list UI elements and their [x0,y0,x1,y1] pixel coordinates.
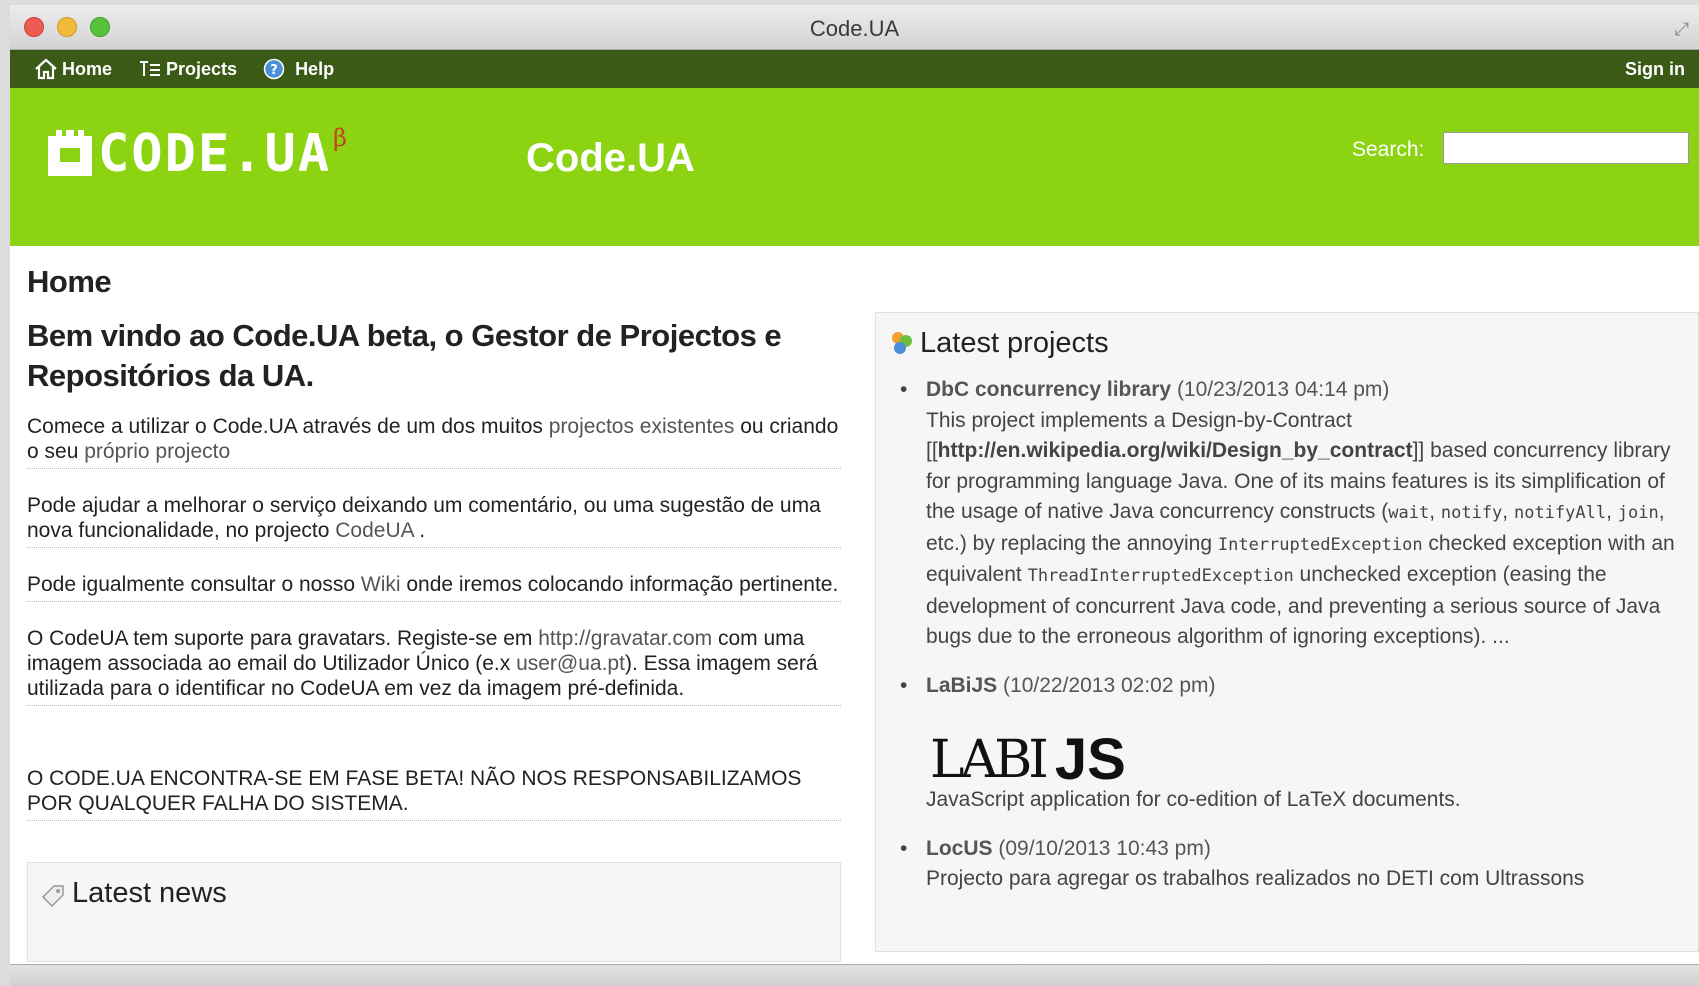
latest-news-title: Latest news [72,877,227,909]
wiki-paragraph: Pode igualmente consultar o nosso Wiki o… [27,572,841,602]
top-navigation: Home Projects ? Help Sign in [10,50,1699,88]
search-input[interactable] [1443,132,1689,164]
nav-home[interactable]: Home [34,58,112,80]
logo-text: CODE.UA [98,124,332,184]
labijs-logo-js: JS [1054,726,1126,792]
nav-help-label: Help [295,58,335,79]
projects-icon [140,61,161,76]
projects-cluster-icon [892,332,912,354]
nav-home-label: Home [62,58,113,79]
code-snippet: join [1617,503,1659,523]
code-snippet: notifyAll [1513,503,1607,523]
welcome-heading: Bem vindo ao Code.UA beta, o Gestor de P… [27,318,782,393]
code-snippet: InterruptedException [1217,534,1423,555]
search-label: Search: [1352,138,1425,161]
nav-help[interactable]: ? Help [263,58,334,80]
existing-projects-link[interactable]: projectos existentes [549,415,735,438]
latest-projects-title: Latest projects [920,327,1109,359]
title-bar: Code.UA ⤢ [10,5,1699,50]
logo-beta: β [333,124,348,152]
list-item: DbC concurrency library (10/23/2013 04:1… [900,375,1686,653]
project-date: (10/22/2013 02:02 pm) [1003,673,1216,697]
nav-projects-label: Projects [166,58,238,79]
labijs-logo-lab: LABI [930,729,1049,790]
feedback-text-end: . [413,519,426,542]
beta-warning: O CODE.UA ENCONTRA-SE EM FASE BETA! NÃO … [27,766,841,821]
help-icon: ? [263,58,285,80]
list-item: LocUS (09/10/2013 10:43 pm) Projecto par… [900,834,1686,895]
project-description: JavaScript application for co-edition of… [926,788,1461,811]
project-name-link[interactable]: LocUS [926,837,993,860]
project-description: Projecto para agregar os trabalhos reali… [926,867,1585,890]
tag-icon [41,885,64,908]
gravatar-text: O CodeUA tem suporte para gravatars. Reg… [27,627,539,650]
site-header: CODE.UA β Code.UA Search: [10,88,1699,246]
main-content: Home Bem vindo ao Code.UA beta, o Gestor… [10,246,1699,962]
code-snippet: ThreadInterruptedException [1027,566,1294,586]
nav-projects[interactable]: Projects [138,59,237,80]
email-example-link[interactable]: user@ua.pt [516,652,625,675]
intro-text: Comece a utilizar o Code.UA através de u… [27,415,549,438]
gravatar-link[interactable]: http://gravatar.com [538,627,712,650]
intro-paragraph: Comece a utilizar o Code.UA através de u… [27,414,841,469]
project-date: (10/23/2013 04:14 pm) [1176,378,1390,401]
wikipedia-link[interactable]: http://en.wikipedia.org/wiki/Design_by_c… [938,439,1413,462]
window-title: Code.UA [809,16,900,41]
latest-projects-box: Latest projects DbC concurrency library … [875,312,1699,952]
code-snippet: notify [1440,503,1503,523]
page-title: Home [27,264,112,299]
wiki-text-end: onde iremos colocando informação pertine… [400,573,839,596]
status-bar [10,964,1699,986]
welcome-column: Bem vindo ao Code.UA beta, o Gestor de P… [27,316,841,821]
sign-in-link[interactable]: Sign in [1625,59,1685,80]
site-title: Code.UA [526,136,695,180]
wiki-link[interactable]: Wiki [361,573,401,596]
project-date: (09/10/2013 10:43 pm) [998,836,1211,860]
browser-window: Code.UA ⤢ Home Projects ? Help Sign in C… [10,5,1699,986]
home-icon [35,58,57,80]
code-snippet: wait [1388,503,1430,523]
project-name-link[interactable]: LaBiJS [926,674,997,697]
fullscreen-icon[interactable]: ⤢ [1675,19,1689,40]
wiki-text: Pode igualmente consultar o nosso [27,573,361,596]
list-item: LaBiJS (10/22/2013 02:02 pm) LABI JS Jav… [900,671,1686,816]
feedback-paragraph: Pode ajudar a melhorar o serviço deixand… [27,493,841,548]
site-logo[interactable]: CODE.UA β [46,124,347,184]
gravatar-paragraph: O CodeUA tem suporte para gravatars. Reg… [27,626,841,706]
codeua-project-link[interactable]: CodeUA [335,519,413,542]
labijs-logo: LABI JS [930,705,1686,792]
castle-logo-icon [48,130,92,176]
projects-list: DbC concurrency library (10/23/2013 04:1… [900,375,1686,913]
project-name-link[interactable]: DbC concurrency library [926,378,1171,401]
latest-news-box: Latest news [27,862,841,962]
svg-text:?: ? [270,63,278,78]
own-project-link[interactable]: próprio projecto [84,440,230,463]
project-description: This project implements a Design-by-Cont… [926,408,1675,649]
